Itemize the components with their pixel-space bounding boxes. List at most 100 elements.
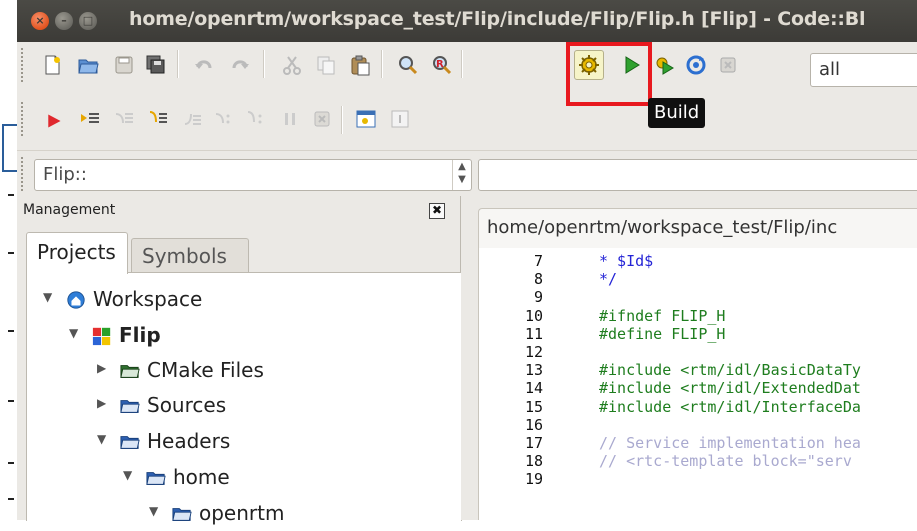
close-icon: × (35, 14, 45, 27)
line-number: 7 (533, 252, 543, 270)
line-number-gutter: 7 8 9 10 11 12 13 14 15 16 17 18 19 (479, 248, 559, 520)
line-number: 17 (524, 434, 543, 452)
code-line: #include <rtm/idl/BasicDataTy (599, 361, 861, 380)
main-toolbar: R all (17, 42, 917, 88)
folder-icon (120, 365, 140, 378)
redo-icon[interactable] (229, 54, 251, 76)
tree-node-label: openrtm (199, 501, 285, 525)
edge-mark (8, 400, 14, 402)
code-line: #include <rtm/idl/InterfaceDa (599, 397, 861, 416)
toolbar-grip[interactable] (21, 102, 26, 136)
expand-arrow-icon[interactable]: ▶ (97, 361, 106, 375)
function-select[interactable] (478, 159, 917, 191)
stop-debugger-icon[interactable] (311, 108, 333, 130)
expand-arrow-icon[interactable]: ▼ (149, 504, 158, 518)
info-icon[interactable] (389, 108, 411, 130)
code-line: #ifndef FLIP_H (599, 306, 726, 325)
window-close-button[interactable]: × (31, 12, 49, 30)
toolbar-separator (341, 106, 343, 134)
edge-mark (8, 498, 14, 500)
abort-icon[interactable] (717, 54, 739, 76)
project-icon (92, 327, 111, 346)
copy-icon[interactable] (315, 54, 337, 76)
window-maximize-button[interactable]: □ (79, 12, 97, 30)
folder-icon (172, 508, 192, 521)
debugger-toolbar (17, 96, 917, 142)
line-number: 19 (524, 470, 543, 489)
tree-node-label: CMake Files (147, 358, 264, 382)
line-number: 13 (524, 361, 543, 380)
toolbar-area: R all Build (17, 42, 917, 150)
build-button-highlight (566, 42, 652, 106)
build-target-select[interactable]: all (810, 53, 917, 87)
code-completion-toolbar: Flip:: ▲ ▼ (17, 150, 917, 197)
editor-tab[interactable]: home/openrtm/workspace_test/Flip/inc (478, 208, 917, 249)
line-number: 14 (524, 379, 543, 398)
window-minimize-button[interactable]: – (55, 12, 73, 30)
expand-arrow-icon[interactable]: ▼ (123, 468, 132, 482)
tree-node-label: Sources (147, 393, 227, 417)
project-tree: ▼ Workspace ▼ Flip ▶ CMake Files ▶ Sourc… (26, 272, 462, 525)
toolbar-separator (461, 50, 463, 78)
management-header: Management ✖ (17, 196, 460, 224)
rebuild-icon[interactable] (685, 54, 707, 76)
expand-arrow-icon[interactable]: ▼ (69, 326, 78, 340)
line-number: 16 (524, 415, 543, 434)
new-file-icon[interactable] (41, 54, 63, 76)
debug-windows-icon[interactable] (355, 108, 377, 130)
folder-icon (120, 400, 140, 413)
step-into-icon[interactable] (147, 108, 169, 130)
build-target-value: all (819, 59, 841, 80)
build-and-run-icon[interactable] (653, 54, 675, 76)
tree-node-label: Headers (147, 429, 231, 453)
break-icon[interactable] (279, 108, 301, 130)
toolbar-grip[interactable] (21, 157, 26, 191)
debug-run-icon[interactable] (45, 112, 63, 130)
background-window-frame (2, 124, 18, 172)
next-line-icon[interactable] (113, 108, 135, 130)
tab-symbols[interactable]: Symbols (131, 238, 249, 273)
expand-arrow-icon[interactable]: ▼ (97, 432, 106, 446)
next-instruction-icon[interactable] (213, 108, 235, 130)
paste-icon[interactable] (349, 54, 371, 76)
editor-tab-title: home/openrtm/workspace_test/Flip/inc (487, 217, 838, 238)
line-number: 12 (524, 343, 543, 361)
line-number: 10 (524, 306, 543, 325)
run-to-cursor-icon[interactable] (79, 108, 101, 130)
window-titlebar: × – □ home/openrtm/workspace_test/Flip/i… (17, 0, 917, 42)
expand-arrow-icon[interactable]: ▶ (97, 396, 106, 410)
line-number: 15 (524, 397, 543, 416)
cut-icon[interactable] (281, 54, 303, 76)
svg-text:R: R (436, 59, 444, 70)
maximize-icon: □ (82, 14, 94, 27)
save-all-icon[interactable] (145, 54, 167, 76)
minimize-icon: – (61, 14, 67, 27)
code-line: * $Id$ (599, 252, 654, 270)
tab-label: Symbols (142, 244, 227, 268)
expand-arrow-icon[interactable]: ▼ (43, 290, 52, 304)
code-view[interactable]: 7 8 9 10 11 12 13 14 15 16 17 18 19 * $Id$ */ #ifndef… (478, 248, 917, 520)
code-line: // <rtc-template block="serv (599, 452, 852, 471)
management-panel: Management ✖ Projects Symbols ▼ Workspac… (17, 196, 462, 525)
find-icon[interactable] (397, 54, 419, 76)
scope-select[interactable]: Flip:: ▲ ▼ (34, 159, 472, 191)
edge-mark (8, 330, 14, 332)
edge-mark (8, 194, 14, 196)
close-panel-button[interactable]: ✖ (429, 203, 445, 219)
step-into-instruction-icon[interactable] (245, 108, 267, 130)
undo-icon[interactable] (193, 54, 215, 76)
tab-projects[interactable]: Projects (26, 232, 128, 274)
save-icon[interactable] (113, 54, 135, 76)
open-icon[interactable] (77, 54, 99, 76)
build-tooltip: Build (648, 98, 706, 128)
code-line: #include <rtm/idl/ExtendedDat (599, 379, 861, 398)
edge-mark (8, 462, 14, 464)
replace-icon[interactable]: R (431, 54, 453, 76)
editor-area: home/openrtm/workspace_test/Flip/inc 789… (461, 196, 917, 520)
management-title: Management (23, 202, 116, 218)
tab-label: Projects (37, 240, 116, 264)
step-out-icon[interactable] (181, 108, 203, 130)
scope-spin-icon[interactable]: ▲ ▼ (452, 160, 471, 190)
background-window-edge (0, 0, 18, 520)
toolbar-grip[interactable] (21, 48, 26, 82)
